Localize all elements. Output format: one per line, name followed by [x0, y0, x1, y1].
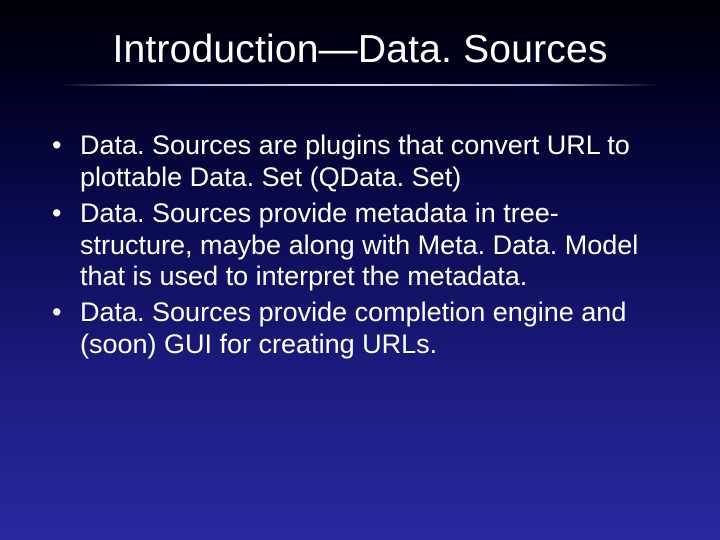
list-item: Data. Sources are plugins that convert U… [52, 130, 668, 194]
slide-title: Introduction—Data. Sources [0, 0, 720, 84]
bullet-list: Data. Sources are plugins that convert U… [52, 130, 668, 361]
list-item: Data. Sources provide metadata in tree-s… [52, 198, 668, 294]
list-item: Data. Sources provide completion engine … [52, 297, 668, 361]
slide-body: Data. Sources are plugins that convert U… [0, 86, 720, 361]
slide: Introduction—Data. Sources Data. Sources… [0, 0, 720, 540]
